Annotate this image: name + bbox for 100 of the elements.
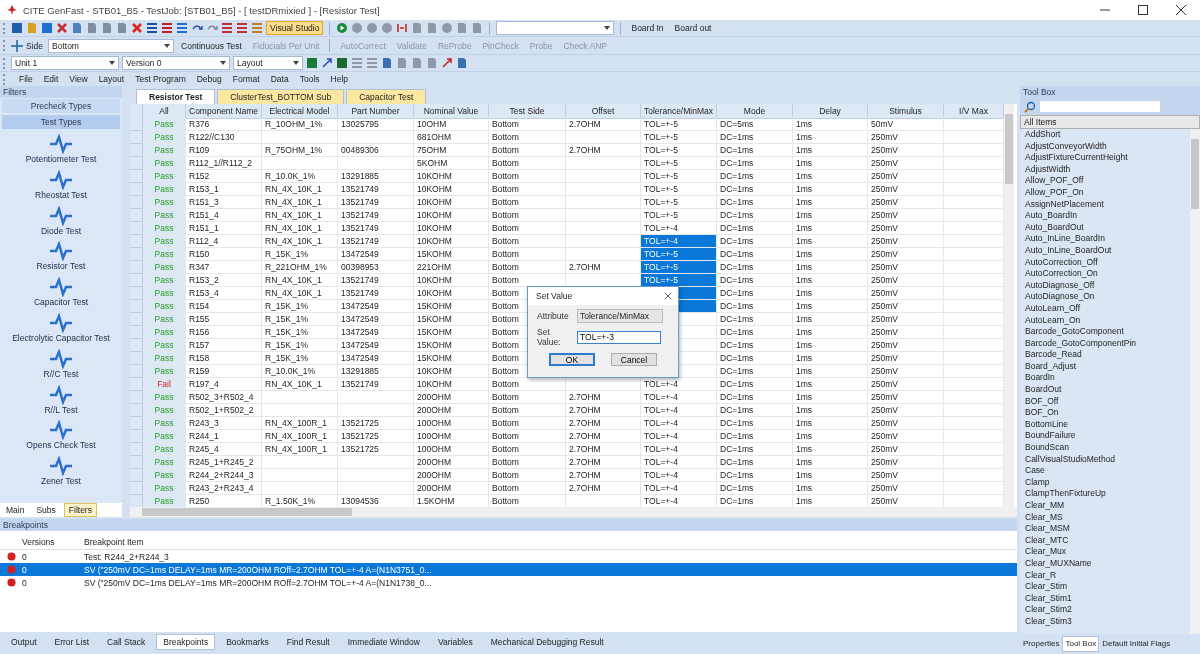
toolbox-item[interactable]: BoardOut bbox=[1025, 384, 1190, 396]
unit-dropdown[interactable]: Unit 1 bbox=[11, 56, 119, 71]
test-type-item[interactable]: Opens Check Test bbox=[26, 440, 96, 451]
test-type-item[interactable]: Resistor Test bbox=[36, 261, 86, 272]
column-header[interactable]: Versions bbox=[22, 537, 84, 547]
toolbox-item[interactable]: Allow_POF_Off bbox=[1025, 175, 1190, 187]
panel-tab[interactable]: Variables bbox=[430, 634, 480, 650]
toolbox-item[interactable]: Clear_Stim2 bbox=[1025, 604, 1190, 616]
panel-tab[interactable]: Tool Box bbox=[1062, 636, 1100, 652]
panel-tab[interactable]: Mechanical Debugging Result bbox=[483, 634, 611, 650]
toolbox-item[interactable]: AutoLearn_Off bbox=[1025, 302, 1190, 315]
menu-item[interactable]: Layout bbox=[98, 74, 125, 85]
filter-dropdown[interactable]: All Items bbox=[1020, 115, 1200, 129]
toolbox-item[interactable]: Barcode_Read bbox=[1025, 349, 1190, 361]
panel-tab[interactable]: Filters bbox=[63, 503, 97, 517]
menu-item[interactable]: Help bbox=[330, 74, 348, 85]
column-header[interactable]: Test Side bbox=[489, 104, 566, 119]
toolbox-item[interactable]: Barcode_GotoComponent bbox=[1025, 326, 1190, 338]
panel-tab[interactable]: Find Result bbox=[279, 634, 337, 650]
toolbox-item[interactable]: BoardIn bbox=[1025, 372, 1190, 385]
panel-tab[interactable]: Breakpoints bbox=[156, 634, 216, 650]
breakpoint-row[interactable]: 0 SV ("250mV DC=1ms DELAY=1ms MR=200OHM ROff=2.7OHM TOL=+-4 A=(N1N3751_0... bbox=[0, 563, 1017, 576]
toolbox-item[interactable]: Clear_MM bbox=[1025, 500, 1190, 512]
board-in-button[interactable]: Board In bbox=[627, 21, 668, 36]
toolbox-item[interactable]: Clear_MS bbox=[1025, 511, 1190, 524]
menu-item[interactable]: Tools bbox=[299, 74, 320, 85]
toolbox-item[interactable]: BoundScan bbox=[1025, 442, 1190, 454]
panel-tab[interactable]: Main bbox=[2, 503, 29, 517]
toolbox-item[interactable]: Clear_Mux bbox=[1025, 546, 1190, 558]
toolbox-item[interactable]: AddShort bbox=[1025, 129, 1190, 141]
panel-tab[interactable]: Properties bbox=[1020, 636, 1063, 652]
ok-button[interactable]: OK bbox=[549, 353, 595, 366]
toolbox-item[interactable]: AssignNetPlacement bbox=[1025, 198, 1190, 211]
column-header[interactable]: Offset bbox=[566, 104, 641, 119]
toolbox-item[interactable]: Case bbox=[1025, 465, 1190, 477]
toolbox-item[interactable]: Auto_BoardOut bbox=[1025, 221, 1190, 234]
toolbox-item[interactable]: Clear_Stim1 bbox=[1025, 592, 1190, 605]
cancel-button[interactable]: Cancel bbox=[611, 353, 657, 366]
toolbox-item[interactable]: Clear_MUXName bbox=[1025, 557, 1190, 570]
toolbox-item[interactable]: AdjustFixtureCurrentHeight bbox=[1025, 152, 1190, 164]
toolbox-item[interactable]: Allow_POF_On bbox=[1025, 186, 1190, 199]
toolbox-item[interactable]: BOF_Off bbox=[1025, 395, 1190, 408]
toolbox-item[interactable]: ClampThenFixtureUp bbox=[1025, 488, 1190, 500]
toolbox-item[interactable]: AutoDiagnose_Off bbox=[1025, 279, 1190, 292]
toolbox-item[interactable]: Barcode_GotoComponentPin bbox=[1025, 337, 1190, 350]
toolbox-item[interactable]: Auto_InLine_BoardOut bbox=[1025, 244, 1190, 257]
panel-tab[interactable]: Default Initial Flags bbox=[1099, 636, 1174, 652]
panel-tab[interactable]: Error List bbox=[47, 634, 96, 650]
panel-tab[interactable]: Immediate Window bbox=[340, 634, 427, 650]
test-type-item[interactable]: Zener Test bbox=[41, 476, 81, 487]
document-tab[interactable]: ClusterTest_BOTTOM Sub bbox=[217, 89, 345, 104]
toolbox-item[interactable]: BOF_On bbox=[1025, 407, 1190, 419]
toolbox-item[interactable]: AutoLearn_On bbox=[1025, 314, 1190, 327]
toolbox-item[interactable]: AdjustWidth bbox=[1025, 163, 1190, 176]
toolbox-item[interactable]: Clear_Stim3 bbox=[1025, 615, 1190, 628]
toolbox-item[interactable]: Board_Adjust bbox=[1025, 360, 1190, 373]
continuous-test-button[interactable]: Continuous Test bbox=[177, 38, 246, 53]
breakpoint-row[interactable]: 0 SV ("250mV DC=1ms DELAY=1ms MR=200OHM ROff=2.7OHM TOL=+-4 A=(N1N1738_0... bbox=[0, 576, 1017, 589]
column-header[interactable]: Mode bbox=[717, 104, 793, 119]
panel-tab[interactable]: Output bbox=[4, 634, 44, 650]
menu-item[interactable]: Edit bbox=[43, 74, 59, 85]
menu-item[interactable]: Format bbox=[232, 74, 260, 85]
section-header[interactable]: Test Types bbox=[2, 115, 120, 129]
toolbox-item[interactable]: Clear_MSM bbox=[1025, 523, 1190, 535]
section-header[interactable]: Precheck Types bbox=[2, 99, 120, 113]
toolbox-item[interactable]: Auto_BoardIn bbox=[1025, 210, 1190, 222]
menu-item[interactable]: Test Program bbox=[135, 74, 186, 85]
toolbox-item[interactable]: Clear_R bbox=[1025, 569, 1190, 582]
toolbox-item[interactable]: Clear_MTC bbox=[1025, 534, 1190, 547]
document-tab[interactable]: Resistor Test bbox=[136, 89, 216, 104]
board-out-button[interactable]: Board out bbox=[670, 21, 716, 36]
column-header[interactable]: Delay bbox=[793, 104, 868, 119]
toolbox-item[interactable]: BottomLine bbox=[1025, 418, 1190, 431]
column-header[interactable]: Stimulus bbox=[868, 104, 944, 119]
toolbox-item[interactable]: Clear_Stim bbox=[1025, 581, 1190, 593]
menu-item[interactable]: View bbox=[69, 74, 88, 85]
breakpoint-row[interactable]: 0 Test: R244_2+R244_3 bbox=[0, 550, 1017, 563]
panel-tab[interactable]: Bookmarks bbox=[219, 634, 276, 650]
column-header[interactable]: Part Number bbox=[338, 104, 414, 119]
menu-item[interactable]: File bbox=[19, 74, 33, 85]
menu-item[interactable]: Debug bbox=[196, 74, 222, 85]
visual-studio-button[interactable]: Visual Studio bbox=[266, 21, 324, 36]
test-type-item[interactable]: R//L Test bbox=[44, 404, 78, 415]
test-type-item[interactable]: Diode Test bbox=[41, 225, 81, 236]
column-header[interactable]: Tolerance/MinMax bbox=[641, 104, 717, 119]
version-dropdown[interactable]: Version 0 bbox=[122, 56, 230, 71]
column-header[interactable]: Component Name bbox=[186, 104, 262, 119]
toolbox-item[interactable]: AdjustConveyorWidth bbox=[1025, 140, 1190, 153]
toolbox-item[interactable]: BoundFailure bbox=[1025, 430, 1190, 443]
toolbox-item[interactable]: CallVisualStudioMethod bbox=[1025, 453, 1190, 466]
side-dropdown[interactable]: Bottom bbox=[48, 38, 174, 53]
column-header[interactable]: Nominal Value bbox=[414, 104, 489, 119]
layout-dropdown[interactable]: Layout bbox=[233, 56, 303, 71]
toolbox-item[interactable]: AutoCorrection_On bbox=[1025, 268, 1190, 280]
test-type-item[interactable]: R//C Test bbox=[43, 368, 79, 379]
column-header[interactable]: Breakpoint Item bbox=[84, 537, 144, 547]
test-type-item[interactable]: Potentiometer Test bbox=[25, 154, 97, 164]
panel-tab[interactable]: Subs bbox=[32, 503, 60, 517]
test-type-item[interactable]: Rheostat Test bbox=[35, 189, 87, 200]
document-tab[interactable]: Capacitor Test bbox=[346, 89, 427, 104]
